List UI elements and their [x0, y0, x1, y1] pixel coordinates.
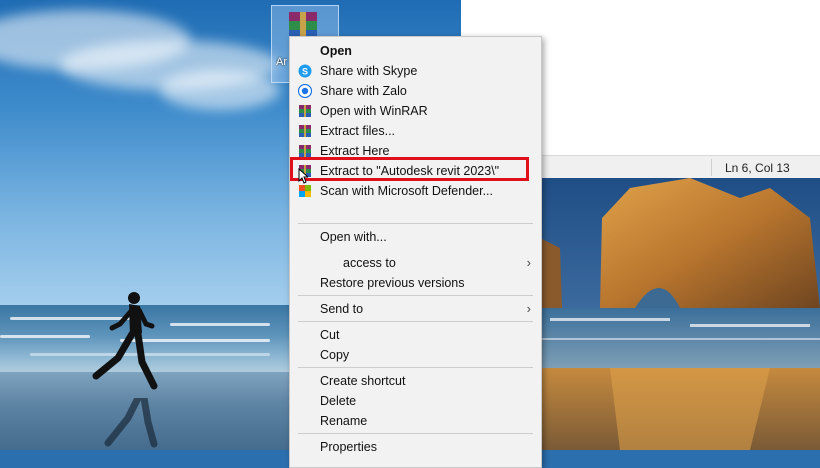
menu-item-label: Restore previous versions: [320, 276, 465, 290]
menu-item-scan-defender[interactable]: Scan with Microsoft Defender...: [290, 181, 541, 201]
menu-separator: [298, 321, 533, 322]
menu-item-label: Open with...: [320, 230, 387, 244]
menu-item-label: access to: [343, 256, 396, 270]
submenu-arrow-icon: ›: [526, 255, 531, 270]
wave: [170, 323, 270, 326]
skype-icon: S: [298, 64, 312, 78]
rock-arch-photo: [540, 178, 820, 450]
mouse-cursor-icon: [298, 168, 308, 184]
defender-icon: [299, 185, 311, 197]
menu-item-extract-to-folder[interactable]: Extract to "Autodesk revit 2023\": [290, 161, 541, 181]
menu-item-label: Share with Skype: [320, 64, 418, 78]
wave: [0, 335, 90, 338]
wallpaper-cloud: [160, 70, 280, 110]
menu-item-label: Send to: [320, 302, 364, 316]
menu-item-give-access[interactable]: access to ›: [290, 253, 541, 273]
menu-item-label: Share with Zalo: [320, 84, 407, 98]
menu-item-cut[interactable]: Cut: [290, 325, 541, 345]
menu-item-label: Extract to "Autodesk revit 2023\": [320, 164, 500, 178]
menu-item-open-with-winrar[interactable]: Open with WinRAR: [290, 101, 541, 121]
menu-separator: [298, 367, 533, 368]
menu-item-label: Scan with Microsoft Defender...: [320, 184, 493, 198]
menu-item-properties[interactable]: Properties: [290, 437, 541, 457]
menu-item-copy[interactable]: Copy: [290, 345, 541, 365]
menu-separator: [298, 433, 533, 434]
menu-item-send-to[interactable]: Send to ›: [290, 299, 541, 319]
winrar-icon: [299, 105, 311, 117]
menu-separator: [298, 223, 533, 224]
menu-item-open[interactable]: Open: [290, 41, 541, 61]
cursor-position: Ln 6, Col 13: [725, 161, 790, 175]
status-divider: [711, 159, 712, 176]
menu-item-label: Rename: [320, 414, 368, 428]
menu-item-extract-files[interactable]: Extract files...: [290, 121, 541, 141]
menu-item-extract-here[interactable]: Extract Here: [290, 141, 541, 161]
menu-item-label: Copy: [320, 348, 350, 362]
zalo-icon: [298, 84, 312, 98]
menu-item-label: Extract files...: [320, 124, 396, 138]
runner-silhouette: [92, 292, 158, 390]
menu-separator: [298, 295, 533, 296]
menu-item-delete[interactable]: Delete: [290, 391, 541, 411]
menu-item-create-shortcut[interactable]: Create shortcut: [290, 371, 541, 391]
menu-item-label: Open: [320, 44, 352, 58]
menu-item-label: Open with WinRAR: [320, 104, 428, 118]
submenu-arrow-icon: ›: [526, 301, 531, 316]
menu-item-label: Create shortcut: [320, 374, 406, 388]
svg-text:S: S: [302, 67, 308, 77]
winrar-icon: [299, 145, 311, 157]
menu-item-label: Delete: [320, 394, 357, 408]
menu-item-label: Properties: [320, 440, 377, 454]
menu-item-label: Extract Here: [320, 144, 390, 158]
menu-item-label: Cut: [320, 328, 340, 342]
menu-item-rename[interactable]: Rename: [290, 411, 541, 431]
menu-item-share-zalo[interactable]: Share with Zalo: [290, 81, 541, 101]
context-menu: Open S Share with Skype Share with Zalo …: [289, 36, 542, 468]
menu-item-restore-versions[interactable]: Restore previous versions: [290, 273, 541, 293]
winrar-icon: [299, 125, 311, 137]
menu-item-open-with[interactable]: Open with...: [290, 227, 541, 247]
menu-item-share-skype[interactable]: S Share with Skype: [290, 61, 541, 81]
runner-reflection: [104, 398, 158, 448]
